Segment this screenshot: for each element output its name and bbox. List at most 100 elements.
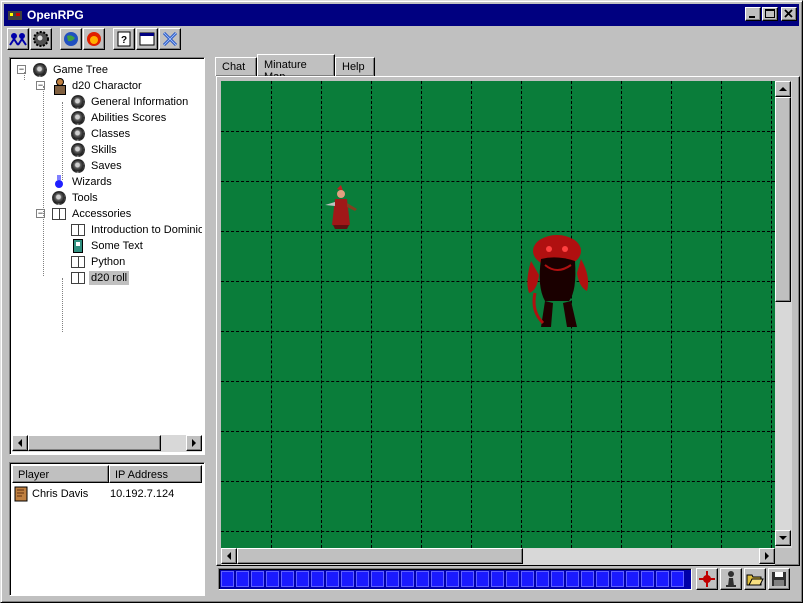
map-vertical-scrollbar[interactable] — [775, 81, 792, 548]
tree-item[interactable]: − Game Tree — [17, 62, 110, 78]
column-header-player[interactable]: Player — [12, 465, 109, 483]
status-cell — [446, 571, 459, 587]
map-horizontal-scrollbar[interactable] — [221, 548, 775, 565]
demon-miniature[interactable] — [521, 231, 591, 331]
tree-item-label: d20 Charactor — [72, 80, 142, 92]
map-grid-line — [221, 531, 775, 532]
status-cell — [551, 571, 564, 587]
game-tree: − Game Tree − d20 Charactor General Informat… — [12, 60, 202, 434]
tree-item[interactable]: d20 roll — [70, 270, 130, 286]
maximize-icon — [765, 9, 775, 18]
pawn-button[interactable] — [720, 568, 742, 590]
main-area: Chat Minature Map Help — [210, 54, 800, 599]
tree-item[interactable]: Introduction to Dominion — [70, 222, 202, 238]
status-cell — [356, 571, 369, 587]
status-cell — [326, 571, 339, 587]
map-grid-line — [221, 431, 775, 432]
column-header-ip[interactable]: IP Address — [109, 465, 202, 483]
map-grid-line — [221, 281, 775, 282]
tree-item[interactable]: Some Text — [70, 238, 145, 254]
map-horizontal-thumb[interactable] — [237, 548, 523, 564]
target-button[interactable] — [696, 568, 718, 590]
gear-icon — [32, 62, 48, 78]
status-cell — [611, 571, 624, 587]
scroll-left-button[interactable] — [12, 435, 28, 451]
status-cell — [266, 571, 279, 587]
flask-icon — [51, 174, 67, 190]
wizard-miniature[interactable] — [321, 185, 361, 231]
minimize-button[interactable] — [745, 7, 761, 21]
tree-item[interactable]: Tools — [51, 190, 100, 206]
tree-horizontal-scrollbar[interactable] — [12, 435, 202, 452]
minimize-icon — [749, 16, 755, 18]
tab-chat[interactable]: Chat — [215, 57, 257, 76]
tree-item-label: Accessories — [72, 208, 132, 220]
svg-text:?: ? — [121, 35, 127, 46]
tree-item[interactable]: Abilities Scores — [70, 110, 168, 126]
status-cell — [296, 571, 309, 587]
scroll-thumb[interactable] — [28, 435, 161, 451]
map-grid-line — [221, 381, 775, 382]
target-icon — [699, 571, 715, 587]
map-scroll-left-button[interactable] — [221, 548, 237, 564]
tree-item[interactable]: Wizards — [51, 174, 114, 190]
fireball-button[interactable] — [83, 28, 105, 50]
tree-item-label: Python — [91, 256, 126, 268]
disconnect-button[interactable] — [159, 28, 181, 50]
settings-button[interactable] — [30, 28, 52, 50]
help-button[interactable]: ? — [113, 28, 135, 50]
tree-item[interactable]: Classes — [70, 126, 132, 142]
globe-icon — [64, 32, 78, 46]
map-grid-line — [321, 81, 322, 548]
tree-connector-line — [43, 86, 44, 276]
tree-item-label: Classes — [91, 128, 131, 140]
scroll-right-button[interactable] — [186, 435, 202, 451]
player-avatar-icon — [14, 486, 28, 502]
vertical-scroll-thumb[interactable] — [775, 97, 791, 302]
tree-item[interactable]: Saves — [70, 158, 124, 174]
status-cell — [581, 571, 594, 587]
map-grid-line — [471, 81, 472, 548]
pawn-icon — [726, 571, 736, 587]
gear-icon — [70, 110, 86, 126]
open-folder-icon — [746, 574, 764, 586]
tab-minature-map[interactable]: Minature Map — [257, 54, 335, 83]
status-cell — [626, 571, 639, 587]
book-icon — [70, 270, 86, 286]
title-bar[interactable]: OpenRPG — [4, 4, 799, 26]
maximize-button[interactable] — [762, 7, 778, 21]
main-toolbar: ? — [5, 28, 799, 52]
scroll-up-button[interactable] — [775, 81, 791, 97]
tab-help[interactable]: Help — [335, 57, 375, 76]
tree-connector-line — [62, 278, 63, 332]
close-button[interactable] — [781, 7, 797, 21]
status-cell — [221, 571, 234, 587]
open-folder-button[interactable] — [744, 568, 766, 590]
player-row[interactable]: Chris Davis 10.192.7.124 — [13, 486, 174, 502]
players-button[interactable] — [7, 28, 29, 50]
window-title: OpenRPG — [27, 8, 84, 22]
tree-item[interactable]: Skills — [70, 142, 119, 158]
tree-item[interactable]: − d20 Charactor — [36, 78, 144, 95]
tree-item[interactable]: General Information — [70, 94, 190, 110]
tab-bar: Chat Minature Map Help — [210, 54, 800, 83]
player-ip: 10.192.7.124 — [110, 488, 175, 500]
gear-icon — [70, 126, 86, 142]
scroll-down-button[interactable] — [775, 530, 791, 546]
tree-item-label: Abilities Scores — [91, 112, 167, 124]
tree-item[interactable]: Python — [70, 254, 127, 270]
arrow-up-icon — [779, 87, 787, 91]
tree-item[interactable]: − Accessories — [36, 206, 133, 222]
map-scroll-right-button[interactable] — [759, 548, 775, 564]
globe-button[interactable] — [60, 28, 82, 50]
arrow-left-icon — [227, 552, 231, 560]
window-button[interactable] — [136, 28, 158, 50]
tree-item-label: Tools — [72, 192, 98, 204]
arrow-right-icon — [192, 439, 196, 447]
miniature-map-canvas[interactable] — [221, 81, 775, 548]
map-grid-line — [621, 81, 622, 548]
status-cell — [401, 571, 414, 587]
status-cell — [521, 571, 534, 587]
tree-item-label: Wizards — [72, 176, 112, 188]
save-button[interactable] — [768, 568, 790, 590]
